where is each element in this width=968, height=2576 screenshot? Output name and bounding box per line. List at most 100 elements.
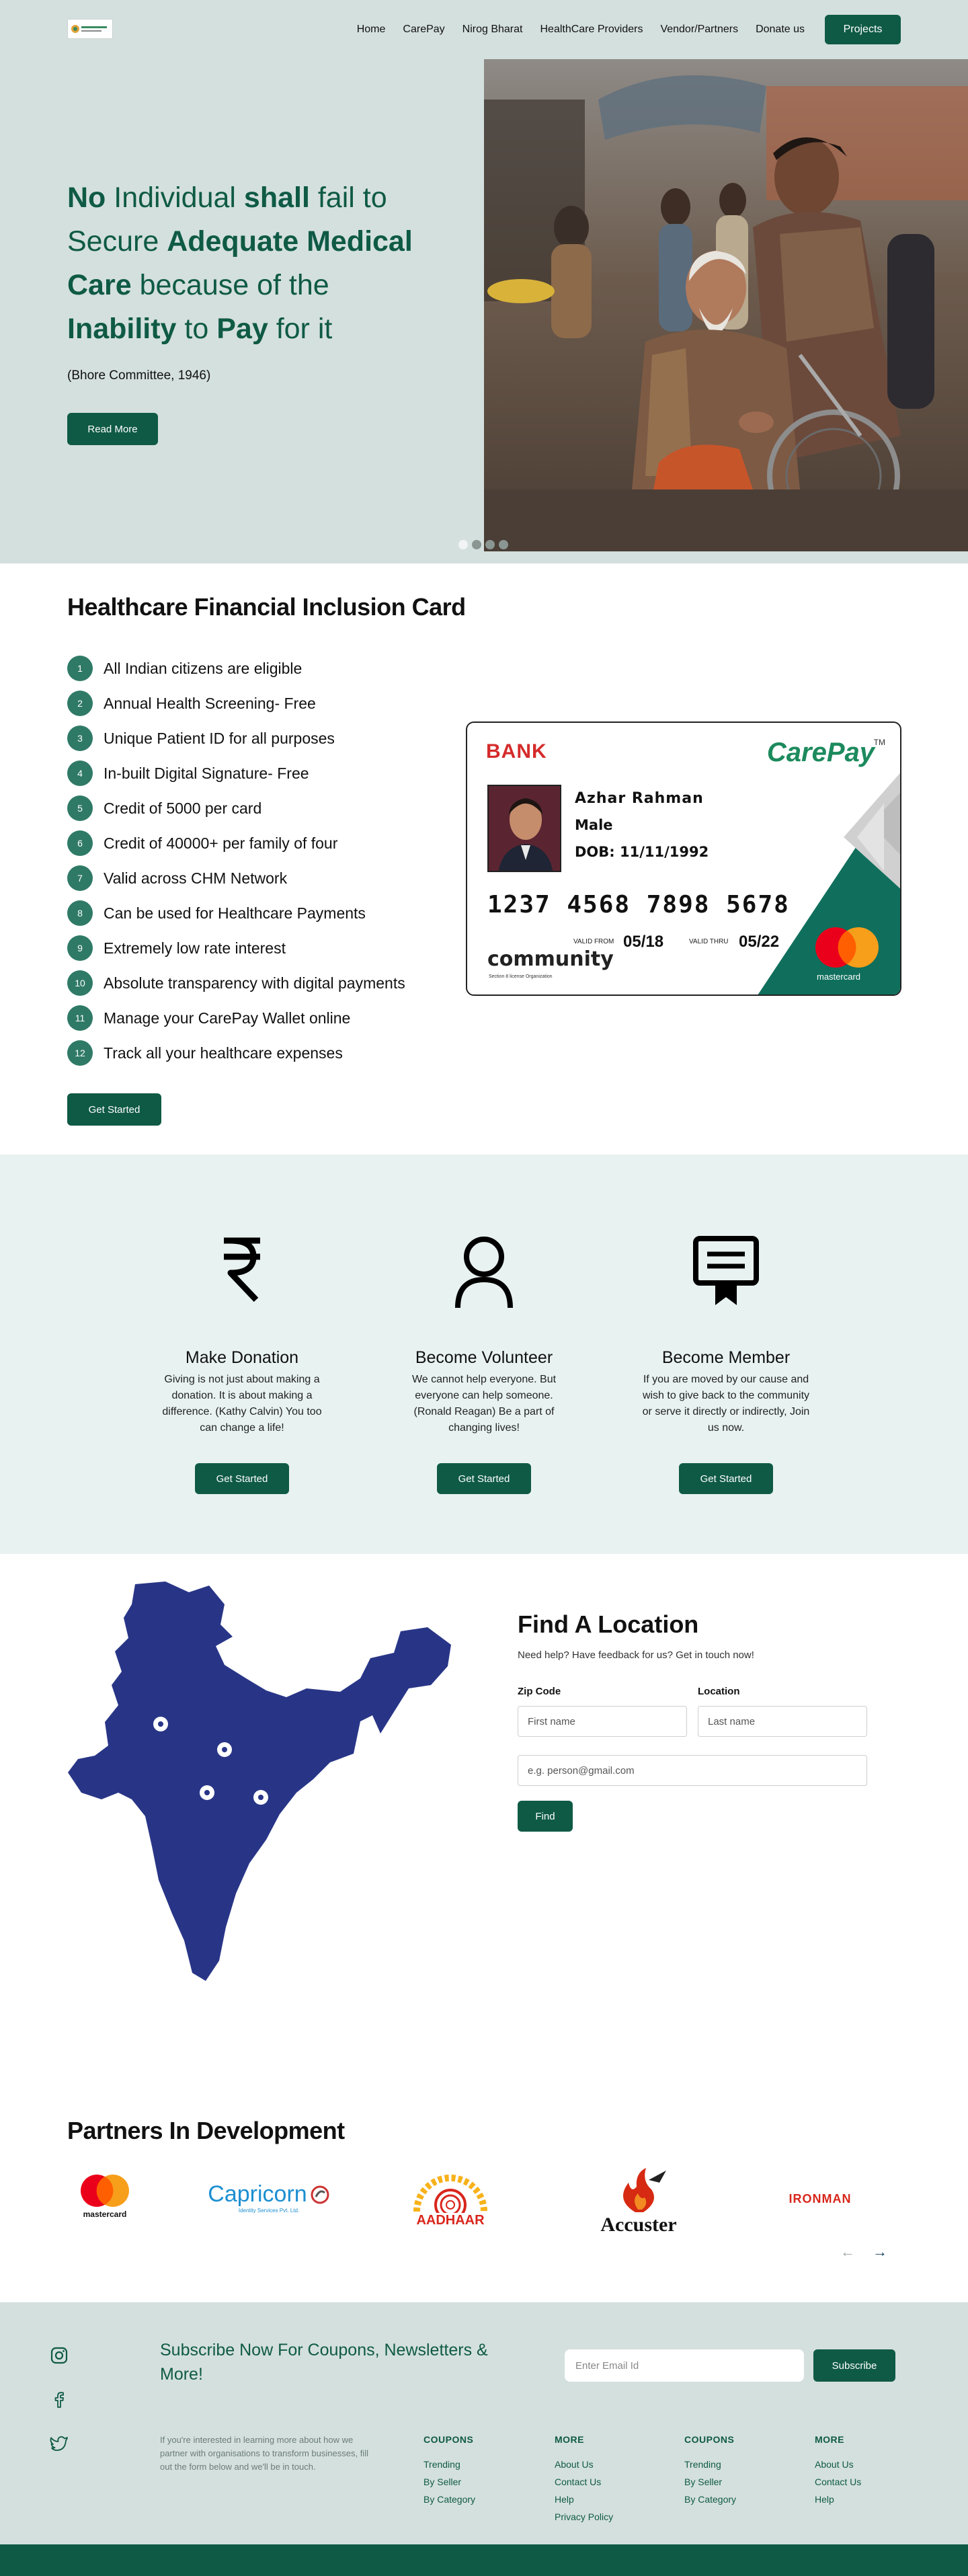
footer-column-heading: COUPONS (684, 2434, 735, 2445)
footer-link-by-seller[interactable]: By Seller (424, 2473, 531, 2491)
user-icon (397, 1235, 571, 1309)
aadhaar-sun-icon (413, 2174, 487, 2213)
partner-name: mastercard (83, 2210, 127, 2219)
hero-image (484, 59, 968, 551)
community-subtitle: Section 8 license Organization (489, 974, 553, 979)
feature-text: All Indian citizens are eligible (104, 659, 302, 677)
subscribe-email-input[interactable]: Enter Email Id (565, 2349, 804, 2382)
feature-text: In-built Digital Signature- Free (104, 764, 309, 782)
footer-link-by-seller[interactable]: By Seller (684, 2473, 792, 2491)
nav-donate-us[interactable]: Donate us (756, 24, 805, 36)
action-title: Become Volunteer (415, 1348, 553, 1367)
nav-healthcare-providers[interactable]: HealthCare Providers (540, 24, 643, 36)
action-member: Become Member If you are moved by our ca… (639, 1235, 813, 1494)
footer-column-heading: MORE (555, 2434, 584, 2445)
nav-carepay[interactable]: CarePay (403, 24, 444, 36)
card-get-started-button[interactable]: Get Started (67, 1093, 161, 1126)
action-text: If you are moved by our cause and wish t… (642, 1374, 810, 1434)
footer-link-help[interactable]: Help (815, 2491, 922, 2508)
footer-column-coupons-2: COUPONS Trending By Seller By Category (684, 2434, 792, 2508)
action-title: Make Donation (185, 1348, 299, 1367)
carousel-dot-2[interactable] (472, 540, 481, 549)
card-network-label: mastercard (817, 972, 861, 982)
valid-from-value: 05/18 (623, 933, 664, 951)
location-label: Location (698, 1686, 740, 1697)
feature-number: 6 (67, 830, 93, 856)
read-more-button[interactable]: Read More (67, 413, 158, 445)
zip-code-input[interactable]: First name (518, 1706, 687, 1737)
footer-link-contact-us[interactable]: Contact Us (555, 2473, 662, 2491)
action-volunteer: Become Volunteer We cannot help everyone… (397, 1235, 571, 1494)
capricorn-emblem-icon (311, 2185, 329, 2203)
valid-thru-label: VALID THRU (689, 938, 729, 945)
twitter-icon[interactable] (50, 2435, 69, 2456)
footer-link-by-category[interactable]: By Category (684, 2491, 792, 2508)
partner-logo-capricorn[interactable]: Capricorn Identity Services Pvt. Ltd. (195, 2176, 343, 2219)
footer-link-contact-us[interactable]: Contact Us (815, 2473, 922, 2491)
footer-column-heading: COUPONS (424, 2434, 474, 2445)
feature-number: 12 (67, 1040, 93, 1066)
location-pin-icon[interactable] (200, 1785, 214, 1800)
volunteer-get-started-button[interactable]: Get Started (437, 1463, 531, 1494)
feature-number: 7 (67, 865, 93, 891)
arrow-right-icon[interactable]: → (873, 2243, 887, 2261)
footer-link-about-us[interactable]: About Us (555, 2456, 662, 2473)
feature-item: 7 Valid across CHM Network (67, 861, 471, 896)
projects-button[interactable]: Projects (825, 15, 901, 44)
location-pin-icon[interactable] (253, 1790, 268, 1805)
location-pin-icon[interactable] (153, 1717, 168, 1731)
footer-description: If you're interested in learning more ab… (160, 2435, 368, 2472)
footer-link-privacy-policy[interactable]: Privacy Policy (555, 2508, 662, 2526)
valid-thru-value: 05/22 (739, 933, 780, 951)
footer-link-trending[interactable]: Trending (684, 2456, 792, 2473)
location-pin-icon[interactable] (217, 1742, 232, 1757)
subscribe-title: Subscribe Now For Coupons, Newsletters &… (160, 2341, 488, 2384)
valid-from-label: VALID FROM (573, 938, 614, 945)
nav-vendor-partners[interactable]: Vendor/Partners (660, 24, 738, 36)
feature-text: Absolute transparency with digital payme… (104, 974, 405, 992)
feature-item: 9 Extremely low rate interest (67, 931, 471, 966)
find-button[interactable]: Find (518, 1801, 573, 1832)
email-input[interactable]: e.g. person@gmail.com (518, 1755, 867, 1786)
feature-text: Can be used for Healthcare Payments (104, 904, 366, 922)
donation-get-started-button[interactable]: Get Started (195, 1463, 289, 1494)
accuster-flame-icon (623, 2168, 666, 2212)
action-donation: Make Donation Giving is not just about m… (155, 1235, 329, 1494)
carousel-dot-3[interactable] (485, 540, 495, 549)
action-text: Giving is not just about making a donati… (162, 1374, 322, 1434)
feature-item: 8 Can be used for Healthcare Payments (67, 896, 471, 931)
nav-home[interactable]: Home (357, 24, 386, 36)
arrow-left-icon[interactable]: ← (840, 2243, 855, 2261)
certificate-icon (639, 1235, 813, 1309)
instagram-icon[interactable] (50, 2347, 69, 2368)
action-text: We cannot help everyone. But everyone ca… (411, 1374, 557, 1434)
feature-number: 3 (67, 726, 93, 751)
site-logo[interactable] (67, 19, 113, 39)
partner-logo-ironman[interactable]: IRONMAN (773, 2185, 867, 2212)
partner-logo-aadhaar[interactable]: AADHAAR (397, 2167, 504, 2231)
feature-number: 4 (67, 760, 93, 786)
partner-logo-mastercard[interactable]: mastercard (73, 2169, 137, 2223)
facebook-icon[interactable] (50, 2391, 69, 2413)
carousel-dot-1[interactable] (458, 540, 468, 549)
carousel-dots (458, 540, 508, 549)
location-input[interactable]: Last name (698, 1706, 867, 1737)
partner-logo-accuster[interactable]: Accuster (578, 2167, 699, 2236)
member-get-started-button[interactable]: Get Started (679, 1463, 773, 1494)
feature-item: 2 Annual Health Screening- Free (67, 686, 471, 721)
footer-link-trending[interactable]: Trending (424, 2456, 531, 2473)
carousel-dot-4[interactable] (499, 540, 508, 549)
card-holder-name: Azhar Rahman (575, 790, 704, 807)
footer-link-help[interactable]: Help (555, 2491, 662, 2508)
action-title: Become Member (661, 1348, 791, 1367)
nav-nirog-bharat[interactable]: Nirog Bharat (462, 24, 523, 36)
india-map[interactable] (65, 1577, 461, 1994)
footer-link-about-us[interactable]: About Us (815, 2456, 922, 2473)
footer-bottom-bar (0, 2544, 968, 2576)
subscribe-button[interactable]: Subscribe (813, 2349, 895, 2382)
card-holder-photo (487, 785, 561, 872)
feature-item: 10 Absolute transparency with digital pay… (67, 966, 471, 1001)
footer-link-by-category[interactable]: By Category (424, 2491, 531, 2508)
partner-name: Accuster (600, 2214, 677, 2236)
footer-column-heading: MORE (815, 2434, 844, 2445)
